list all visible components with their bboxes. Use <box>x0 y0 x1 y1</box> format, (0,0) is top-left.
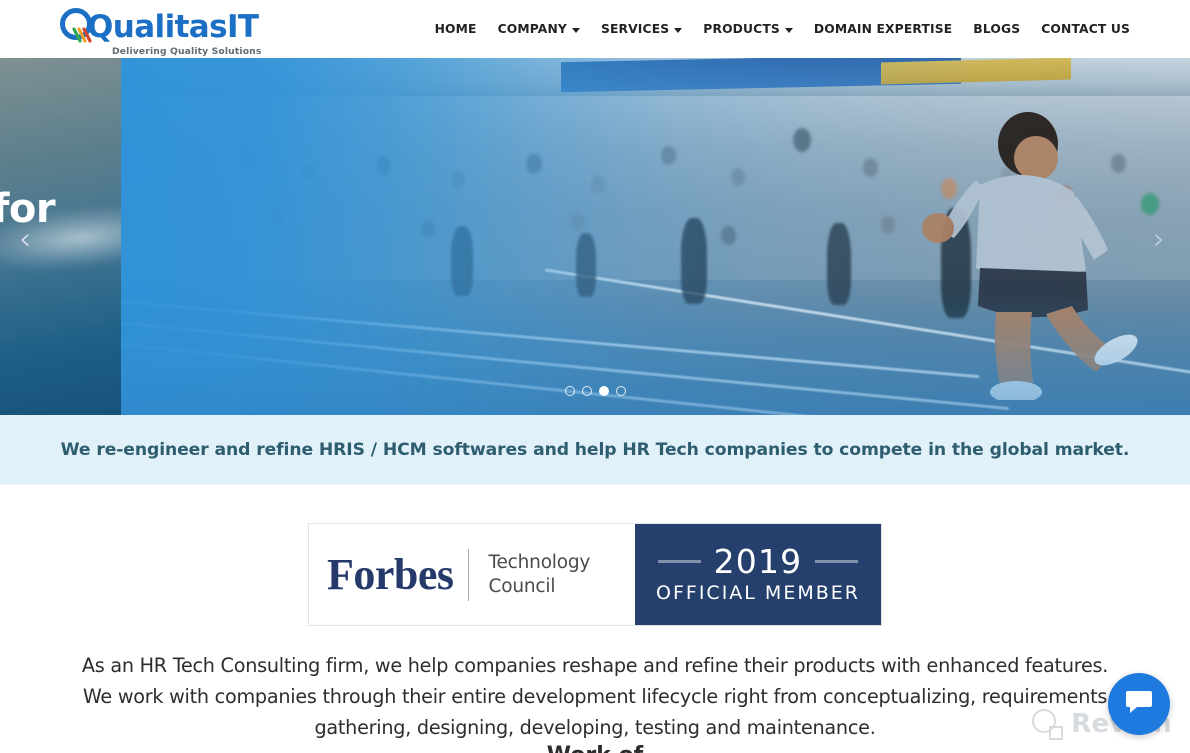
logo-row: QualitasIT <box>57 6 259 48</box>
forbes-year-row: 2019 <box>657 542 859 581</box>
chevron-down-icon <box>784 27 793 33</box>
tagline-text: We re-engineer and refine HRIS / HCM sof… <box>60 440 1130 460</box>
forbes-council-label: Technology Council <box>489 551 591 598</box>
forbes-rule-right <box>815 560 859 563</box>
nav-label: HOME <box>434 22 477 36</box>
site-header: QualitasIT Delivering Quality Solutions … <box>0 0 1190 58</box>
forbes-council-line-2: Council <box>488 575 556 597</box>
hero-dot-1[interactable] <box>564 386 575 396</box>
hero-dot-2[interactable] <box>581 386 592 396</box>
main-navigation: HOME COMPANY SERVICES PRODUCTS DOMAIN EX… <box>435 22 1130 36</box>
site-logo[interactable]: QualitasIT Delivering Quality Solutions <box>57 6 261 57</box>
qualitas-q-icon <box>57 6 99 48</box>
forbes-badge-left: Forbes Technology Council <box>309 524 635 625</box>
logo-word-qualitas: Qualitas <box>87 9 228 45</box>
chevron-down-icon <box>571 27 580 33</box>
main-content: Forbes Technology Council 2019 OFFICIAL … <box>0 485 1190 753</box>
chevron-down-icon <box>674 27 683 33</box>
hero-active-slide <box>121 58 1190 415</box>
nav-item-company[interactable]: COMPANY <box>498 22 580 36</box>
forbes-badge-right: 2019 OFFICIAL MEMBER <box>635 524 881 625</box>
next-section-heading: Work of <box>0 743 1190 753</box>
nav-item-contact-us[interactable]: CONTACT US <box>1041 22 1130 36</box>
hero-prev-arrow-icon[interactable]: ‹ <box>10 223 40 257</box>
forbes-member-label: OFFICIAL MEMBER <box>656 582 860 604</box>
nav-label: CONTACT US <box>1041 22 1130 36</box>
hero-slider: for ‹ › <box>0 58 1190 415</box>
nav-label: PRODUCTS <box>703 22 780 36</box>
chat-widget-button[interactable] <box>1108 673 1170 735</box>
logo-wordmark: QualitasIT <box>87 9 259 45</box>
page-root: QualitasIT Delivering Quality Solutions … <box>0 0 1190 753</box>
forbes-logo-text: Forbes <box>327 549 454 599</box>
intro-paragraph: As an HR Tech Consulting firm, we help c… <box>81 654 1109 740</box>
nav-label: COMPANY <box>497 22 567 36</box>
nav-item-blogs[interactable]: BLOGS <box>973 22 1020 36</box>
forbes-technology-council-badge: Forbes Technology Council 2019 OFFICIAL … <box>308 523 882 626</box>
nav-item-services[interactable]: SERVICES <box>600 22 683 36</box>
tagline-band: We re-engineer and refine HRIS / HCM sof… <box>0 415 1190 485</box>
nav-label: BLOGS <box>973 22 1021 36</box>
logo-word-it: IT <box>226 9 259 45</box>
forbes-year: 2019 <box>713 542 803 581</box>
hero-dot-4[interactable] <box>615 386 626 396</box>
forbes-council-line-1: Technology <box>488 551 591 573</box>
nav-item-domain-expertise[interactable]: DOMAIN EXPERTISE <box>814 22 952 36</box>
nav-item-products[interactable]: PRODUCTS <box>703 22 793 36</box>
nav-label: DOMAIN EXPERTISE <box>813 22 953 36</box>
hero-bottom-fade <box>121 295 1190 415</box>
logo-tagline: Delivering Quality Solutions <box>112 46 262 57</box>
forbes-rule-left <box>657 560 701 563</box>
nav-label: SERVICES <box>600 22 670 36</box>
hero-dot-3[interactable] <box>598 386 609 396</box>
forbes-divider <box>467 548 469 601</box>
hero-pagination-dots <box>0 386 1190 396</box>
chat-bubble-icon <box>1124 688 1154 721</box>
nav-item-home[interactable]: HOME <box>435 22 477 36</box>
hero-next-arrow-icon[interactable]: › <box>1144 223 1174 257</box>
